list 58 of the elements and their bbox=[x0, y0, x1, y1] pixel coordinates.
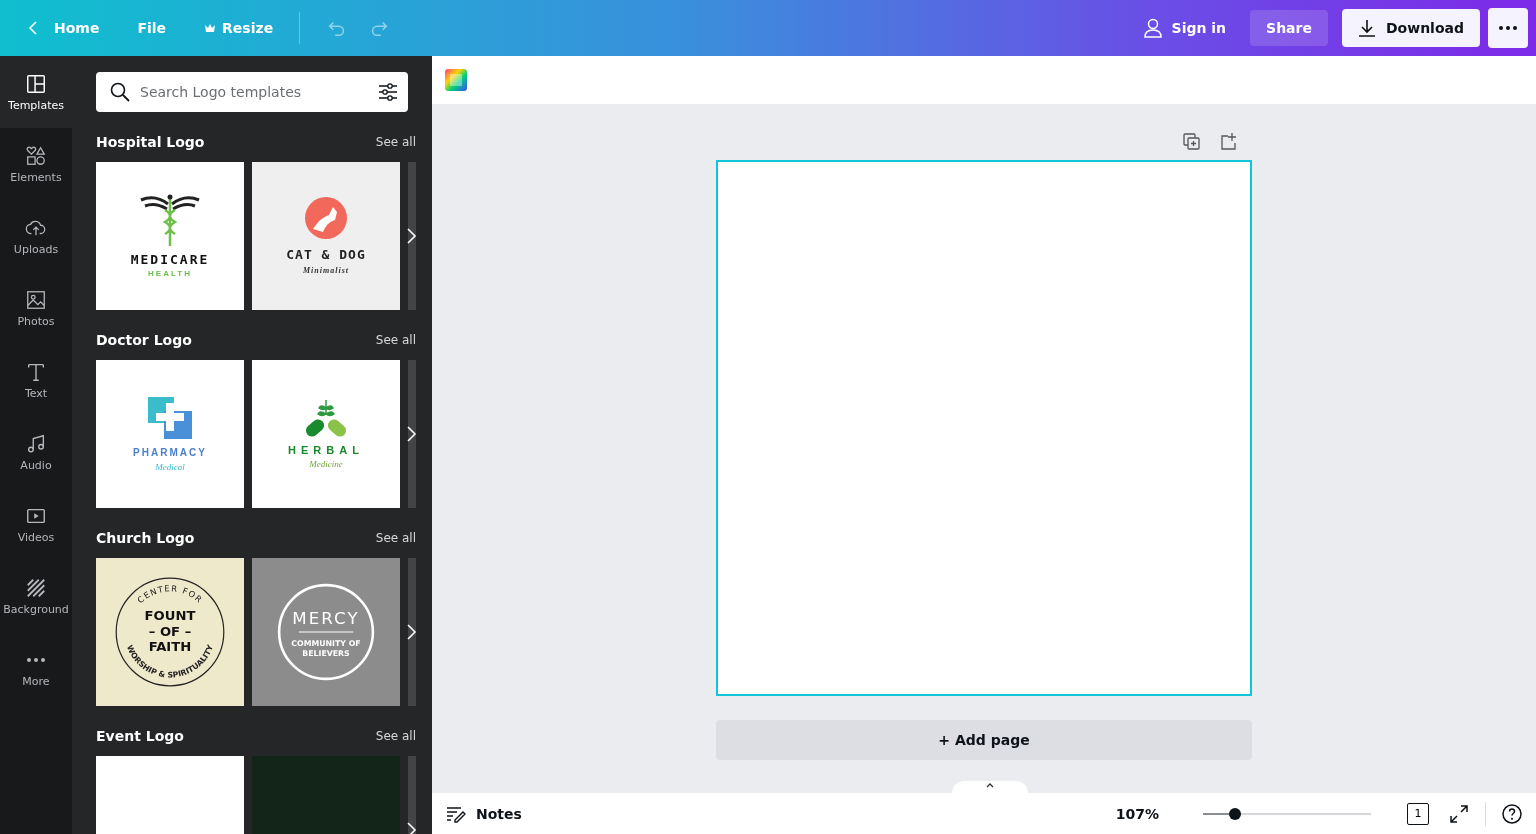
sidebar-tab[interactable]: Templates bbox=[0, 56, 72, 128]
color-picker-icon[interactable] bbox=[444, 68, 468, 92]
section-title: Hospital Logo bbox=[96, 134, 205, 150]
user-icon bbox=[1143, 18, 1162, 38]
logo-subtitle: HEALTH bbox=[148, 269, 192, 278]
more-icon bbox=[1498, 25, 1518, 31]
filter-icon[interactable] bbox=[378, 82, 398, 102]
cat-dog-icon bbox=[305, 197, 347, 239]
download-button[interactable]: Download bbox=[1341, 9, 1480, 47]
see-all-link[interactable]: See all bbox=[375, 333, 416, 347]
more-options-button[interactable] bbox=[1488, 8, 1528, 48]
add-page-icon[interactable] bbox=[1218, 132, 1238, 152]
search-icon bbox=[110, 82, 130, 102]
crown-icon bbox=[204, 22, 217, 34]
fullscreen-icon[interactable] bbox=[1449, 803, 1469, 824]
section-title: Doctor Logo bbox=[96, 332, 192, 348]
back-chevron-icon bbox=[26, 20, 40, 36]
logo-title: PHARMACY bbox=[133, 446, 207, 458]
download-icon bbox=[1357, 19, 1376, 37]
medical-cross-icon bbox=[148, 396, 192, 441]
logo-template-card[interactable]: PHARMACY Medical bbox=[96, 360, 244, 508]
duplicate-page-icon[interactable] bbox=[1182, 132, 1202, 152]
help-icon[interactable] bbox=[1502, 803, 1522, 824]
logo-template-card[interactable]: MEDICARE HEALTH bbox=[96, 162, 244, 310]
see-all-link[interactable]: See all bbox=[375, 729, 416, 743]
logo-title: MEDICARE bbox=[130, 252, 210, 267]
next-template-preview[interactable] bbox=[408, 162, 416, 310]
zoom-percentage[interactable]: 107% bbox=[1115, 805, 1159, 822]
see-all-link[interactable]: See all bbox=[375, 135, 416, 149]
next-template-preview[interactable] bbox=[408, 360, 416, 508]
logo-template-card[interactable]: CAT & DOG Minimalist bbox=[252, 162, 400, 310]
logo-title: HERBAL bbox=[288, 443, 364, 456]
search-field[interactable]: Search Logo templates bbox=[96, 72, 408, 112]
logo-title: CAT & DOG bbox=[286, 247, 366, 262]
share-button[interactable]: Share bbox=[1250, 10, 1328, 46]
add-page-button[interactable]: + Add page bbox=[716, 720, 1252, 760]
caduceus-icon bbox=[139, 194, 201, 248]
sign-in-button[interactable]: Sign in bbox=[1131, 10, 1239, 46]
logo-subtitle: Minimalist bbox=[303, 266, 349, 275]
leaf-capsule-icon bbox=[303, 399, 349, 440]
logo-subtitle: Medicine bbox=[309, 458, 343, 469]
section-title: Event Logo bbox=[96, 728, 184, 744]
background-icon bbox=[25, 576, 47, 599]
section-title: Church Logo bbox=[96, 530, 195, 546]
photos-icon bbox=[25, 288, 47, 311]
see-all-link[interactable]: See all bbox=[375, 531, 416, 545]
more-icon bbox=[26, 656, 46, 663]
elements-icon bbox=[25, 144, 47, 167]
templates-icon bbox=[25, 72, 47, 95]
next-template-preview[interactable] bbox=[408, 558, 416, 706]
notes-button[interactable]: Notes bbox=[446, 804, 522, 823]
zoom-slider[interactable] bbox=[1203, 807, 1371, 820]
audio-icon bbox=[25, 432, 47, 455]
logo-template-card[interactable]: HERBAL Medicine bbox=[252, 360, 400, 508]
notes-icon bbox=[446, 804, 466, 823]
page-count-button[interactable]: 1 bbox=[1407, 802, 1429, 825]
chevron-up-icon bbox=[985, 781, 995, 789]
logo-subtitle: Medical bbox=[155, 461, 185, 472]
